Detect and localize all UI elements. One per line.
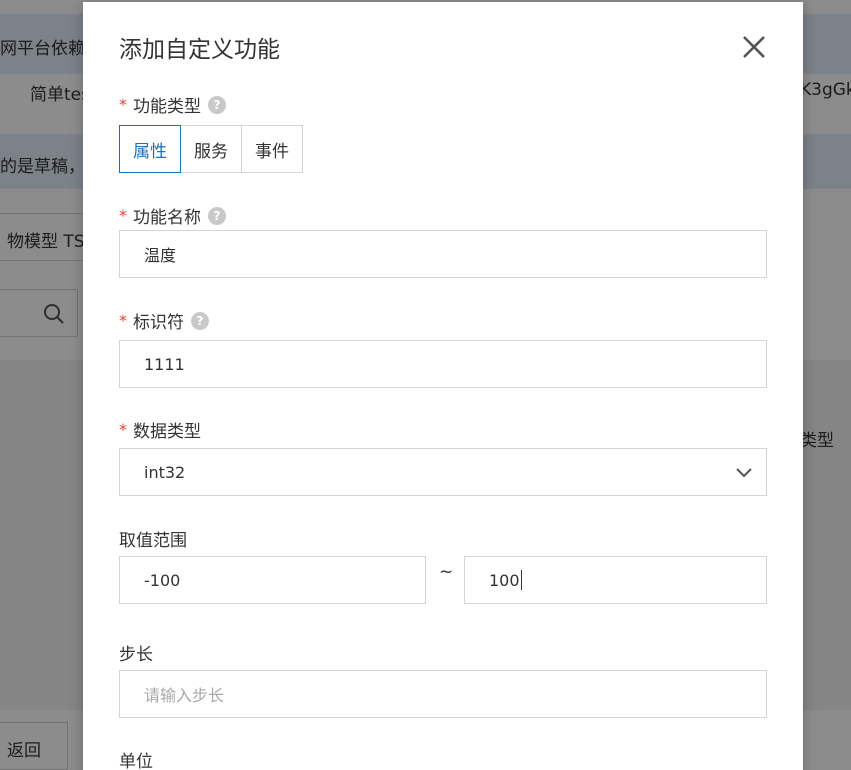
dialog-title: 添加自定义功能 [119,37,280,63]
required-mark: * [119,420,127,439]
required-mark: * [119,95,127,114]
data-type-value: int32 [144,462,186,482]
step-label-text: 步长 [119,645,153,665]
data-type-label-text: 数据类型 [133,422,201,442]
unit-label: 单位 [119,747,153,770]
range-min-input[interactable]: -100 [119,556,426,604]
function-type-property[interactable]: 属性 [119,125,181,173]
identifier-input[interactable]: 1111 [119,340,767,388]
close-button[interactable] [739,32,769,62]
text-cursor [520,570,522,590]
help-icon[interactable]: ? [208,206,226,225]
function-type-event[interactable]: 事件 [241,125,303,173]
close-icon [743,36,765,58]
add-custom-function-dialog: 添加自定义功能 * 功能类型 ? 属性 服务 事件 * 功能名称 ? 温度 * … [83,2,803,770]
identifier-label: * 标识符 ? [119,308,209,333]
step-input[interactable]: 请输入步长 [119,670,767,718]
help-icon[interactable]: ? [191,311,209,330]
function-name-label: * 功能名称 ? [119,203,226,228]
chevron-down-icon [736,468,752,478]
data-type-label: * 数据类型 [119,417,201,442]
function-type-label-text: 功能类型 [133,97,201,117]
identifier-label-text: 标识符 [133,313,184,333]
range-separator: ~ [439,562,454,582]
required-mark: * [119,206,127,225]
identifier-value: 1111 [144,354,185,374]
unit-label-text: 单位 [119,752,153,770]
step-placeholder: 请输入步长 [144,686,225,705]
function-type-segmented-control: 属性 服务 事件 [119,125,303,173]
range-label-text: 取值范围 [119,531,187,551]
data-type-select[interactable]: int32 [119,448,767,496]
range-label: 取值范围 [119,526,187,551]
function-name-label-text: 功能名称 [133,208,201,228]
help-icon[interactable]: ? [208,95,226,114]
function-type-service[interactable]: 服务 [180,125,242,173]
required-mark: * [119,311,127,330]
range-max-value: 100 [489,570,520,590]
range-max-input[interactable]: 100 [464,556,767,604]
range-min-value: -100 [144,570,181,590]
function-name-value: 温度 [144,246,177,265]
step-label: 步长 [119,640,153,665]
function-name-input[interactable]: 温度 [119,230,767,278]
function-type-label: * 功能类型 ? [119,92,226,117]
